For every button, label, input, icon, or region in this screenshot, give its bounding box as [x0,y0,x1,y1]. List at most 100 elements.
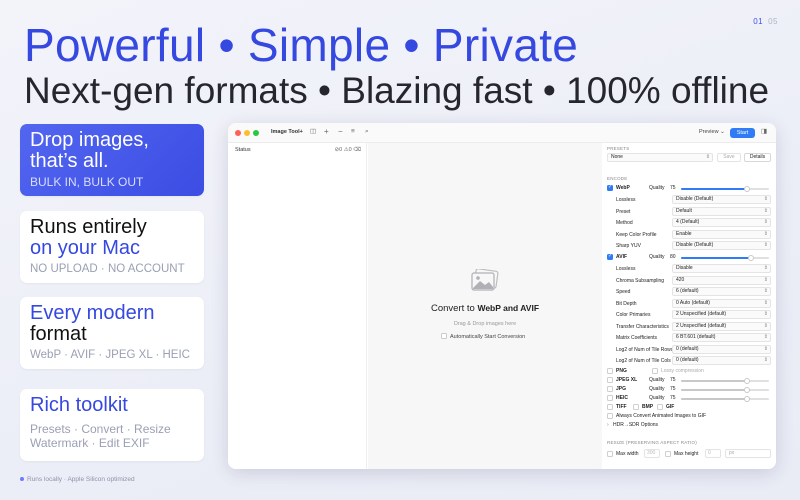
zoom-window-button[interactable] [253,130,259,136]
heic-checkbox[interactable] [607,395,613,401]
minimize-window-button[interactable] [244,130,250,136]
avif-option-row: Transfer Characteristics 2 Unspecified (d… [607,321,771,332]
jpegxl-quality-slider[interactable] [681,378,769,384]
file-list: Status ⊘0 ⚠0 ⌫ [228,143,367,469]
feature-card-drop: Drop images, that’s all. BULK IN, BULK O… [20,124,204,196]
bmp-checkbox[interactable] [633,404,639,410]
jpegxl-checkbox[interactable] [607,377,613,383]
option-select[interactable]: Enable [672,229,771,239]
avif-checkbox[interactable] [607,253,613,260]
webp-option-row: Preset Default [607,206,771,217]
section-header-encode: ENCODE [607,176,628,181]
webp-option-row: Method 4 (Default) [607,218,771,228]
footnote-text: Runs locally · Apple Silicon optimized [27,476,135,483]
hdr-sdr-disclosure[interactable]: › HDR→SDR Options [607,420,771,430]
avif-option-row: Lossless Disable [607,264,771,274]
inspector-toggle-icon[interactable]: ◨ [761,128,767,136]
webp-label: WebP [616,185,630,191]
settings-panel: PRESETS None Save Details ENCODE WebP Qu… [602,143,776,469]
status-header: Status [235,147,251,153]
always-gif-checkbox[interactable] [607,413,613,419]
avif-option-row: Chroma Subsampling 420 [607,275,771,286]
webp-option-row: Lossless Disable (Default) [607,195,771,205]
feature-card-local: Runs entirely on your Mac NO UPLOAD · NO… [20,211,204,283]
preview-menu[interactable]: Preview ⌄ [699,129,725,135]
png-checkbox[interactable] [607,368,613,374]
card-title: Runs entirely [30,216,147,238]
lossy-compression-checkbox[interactable] [652,368,658,374]
option-select[interactable]: 6 BT.601 (default) [672,333,771,342]
details-button[interactable]: Details [744,153,771,162]
max-height-label: Max height [674,451,699,457]
avif-quality-slider[interactable] [681,255,769,261]
card-title-accent: Rich toolkit [30,394,128,416]
option-select[interactable]: Disable (Default) [672,195,771,204]
quality-value: 80 [670,254,676,260]
close-window-button[interactable] [235,130,241,136]
card-subtitle: Presets · Convert · Resize [30,422,171,436]
headline: Powerful • Simple • Private [24,19,579,71]
option-select[interactable]: 0 (default) [672,344,771,354]
remove-icon[interactable]: − [338,128,343,136]
quality-value: 75 [670,395,676,401]
jpg-checkbox[interactable] [607,386,613,392]
unit-select[interactable]: px [725,449,771,458]
max-height-checkbox[interactable] [665,451,671,457]
bmp-label: BMP [642,404,654,410]
option-select[interactable]: 6 (default) [672,287,771,296]
option-select[interactable]: Disable [672,264,771,273]
image-icon [471,269,499,291]
option-label: Color Primaries [616,312,651,318]
avif-option-row: Color Primaries 2 Unspecified (default) [607,310,771,320]
quality-label: Quality [649,377,665,383]
filter-icon[interactable]: ≡ [351,128,355,136]
max-width-field[interactable]: 300 [644,449,660,458]
avif-option-row: Log2 of Num of Tile Rows 0 (default) [607,344,771,355]
auto-start-option[interactable]: Automatically Start Conversion [441,333,525,340]
search-icon[interactable]: ⌕ [365,128,369,136]
tiff-checkbox[interactable] [607,404,613,410]
feature-card-formats: Every modern format WebP · AVIF · JPEG X… [20,297,204,369]
bullet-dot-icon [20,477,24,482]
convert-target: Convert to WebP and AVIF [368,303,602,314]
option-select[interactable]: Disable (Default) [672,241,771,250]
card-subtitle: BULK IN, BULK OUT [30,175,144,189]
webp-quality-slider[interactable] [681,186,769,192]
option-label: Log2 of Num of Tile Cols [616,358,671,364]
gif-checkbox[interactable] [657,404,663,410]
drop-zone[interactable]: Convert to WebP and AVIF Drag & Drop ima… [368,143,602,469]
webp-option-row: Keep Color Profile Enable [607,229,771,240]
option-select[interactable]: 4 (Default) [672,218,771,227]
jpg-label: JPG [616,386,627,392]
current-page: 01 [753,17,764,26]
webp-checkbox[interactable] [607,184,613,191]
preset-select[interactable]: None [607,153,713,162]
heic-quality-slider[interactable] [681,396,769,402]
option-select[interactable]: 0 Auto (default) [672,298,771,308]
option-select[interactable]: Default [672,206,771,216]
option-select[interactable]: 0 (default) [672,356,771,365]
save-preset-button[interactable]: Save [717,153,741,162]
card-title-accent: on your Mac [30,237,141,259]
add-icon[interactable]: + [324,128,329,136]
max-height-field[interactable]: 0 [705,449,721,458]
option-select[interactable]: 420 [672,275,771,285]
max-width-label: Max width [616,451,639,457]
card-title: Drop images, that’s all. [30,129,149,172]
jpg-quality-slider[interactable] [681,387,769,393]
avif-label: AVIF [616,254,628,260]
webp-row: WebP Quality 75 [607,183,771,193]
start-button[interactable]: Start [730,128,755,138]
resize-row: Max width 300 Max height 0 px [607,449,771,459]
convert-formats: WebP and AVIF [477,303,540,313]
chevron-right-icon: › [607,422,609,428]
sidebar-toggle-icon[interactable]: ◫ [310,128,316,136]
max-width-checkbox[interactable] [607,451,613,457]
option-label: Preset [616,208,631,215]
option-select[interactable]: 2 Unspecified (default) [672,310,771,319]
section-header-presets: PRESETS [607,146,630,151]
auto-start-checkbox[interactable] [441,333,447,339]
window-title: Image Tool+ [271,129,303,135]
option-label: Keep Color Profile [616,231,657,238]
option-select[interactable]: 2 Unspecified (default) [672,321,771,331]
